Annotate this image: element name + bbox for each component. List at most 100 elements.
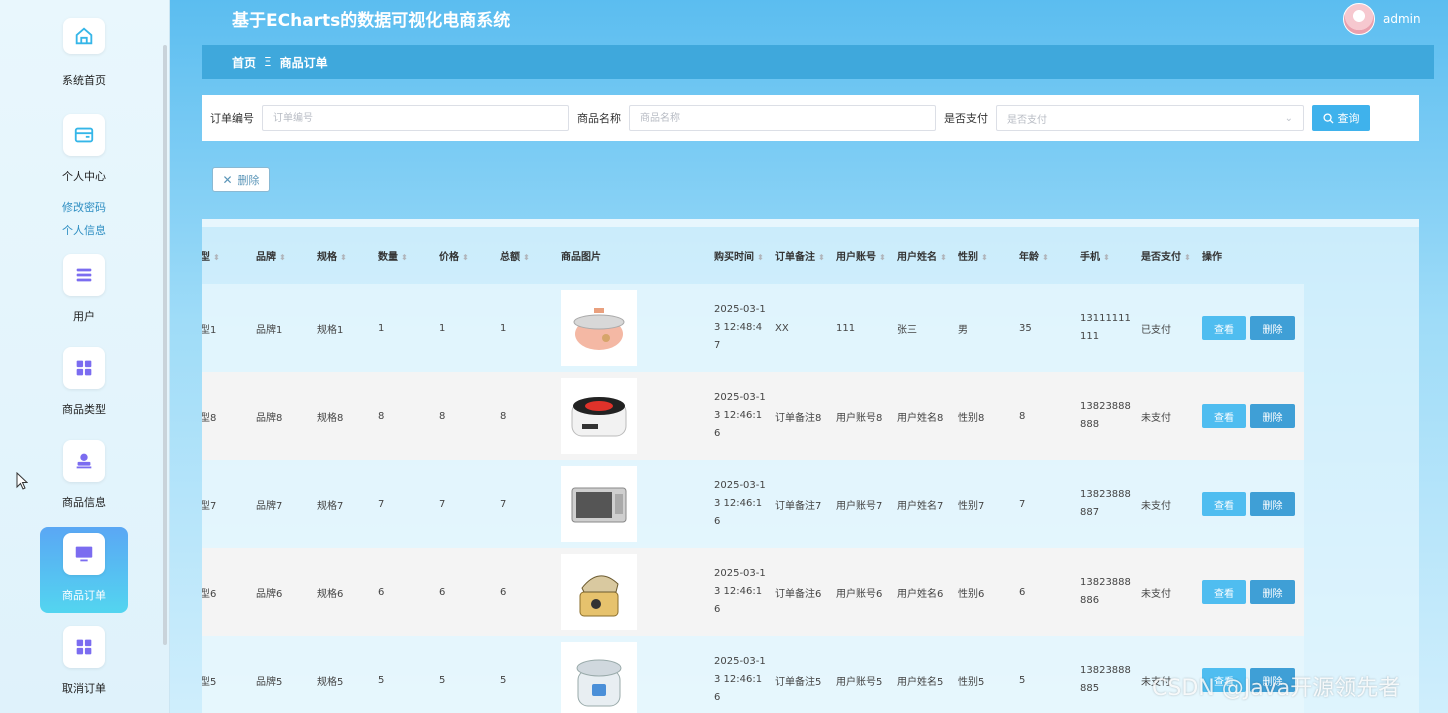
cell-price: 7 — [431, 460, 492, 548]
sort-icon[interactable]: ⬍ — [940, 253, 947, 262]
product-image — [561, 378, 637, 454]
cell-price: 1 — [431, 284, 492, 372]
sort-icon[interactable]: ⬍ — [818, 253, 825, 262]
cell-spec: 规格5 — [309, 636, 370, 713]
product-name-input[interactable] — [629, 105, 936, 131]
sort-icon[interactable]: ⬍ — [340, 253, 347, 262]
view-button[interactable]: 查看 — [1202, 404, 1246, 428]
cell-type: 品类型5 — [202, 636, 248, 713]
sidebar-link-personal-info[interactable]: 个人信息 — [0, 222, 168, 238]
cell-total: 8 — [492, 372, 553, 460]
sort-icon[interactable]: ⬍ — [879, 253, 886, 262]
sort-icon[interactable]: ⬍ — [523, 253, 530, 262]
sidebar-item-cancelled-orders[interactable]: 取消订单 — [40, 620, 128, 706]
sort-icon[interactable]: ⬍ — [1184, 253, 1191, 262]
paid-status-placeholder: 是否支付 — [1007, 114, 1047, 126]
col-header-qty[interactable]: 数量 ⬍ — [370, 227, 431, 284]
col-header-type[interactable]: 品类型⬍ — [202, 227, 248, 284]
col-header-price[interactable]: 价格 ⬍ — [431, 227, 492, 284]
col-header-paid[interactable]: 是否支付 ⬍ — [1133, 227, 1194, 284]
sidebar-item-profile[interactable]: 个人中心 — [40, 108, 128, 194]
delete-button[interactable]: 删除 — [1250, 492, 1295, 516]
cell-qty: 8 — [370, 372, 431, 460]
product-image — [561, 642, 637, 713]
sidebar-item-home[interactable]: 系统首页 — [40, 18, 128, 104]
sort-icon[interactable]: ⬍ — [981, 253, 988, 262]
wallet-icon — [63, 114, 105, 156]
cell-account: 用户账号7 — [828, 460, 889, 548]
col-header-age[interactable]: 年龄 ⬍ — [1011, 227, 1072, 284]
delete-button[interactable]: 删除 — [1250, 580, 1295, 604]
bulk-delete-button[interactable]: ✕ 删除 — [212, 167, 270, 192]
col-header-note[interactable]: 订单备注 ⬍ — [767, 227, 828, 284]
header-label: 数量 — [378, 252, 398, 263]
header-label: 订单备注 — [775, 252, 815, 263]
cell-total: 5 — [492, 636, 553, 713]
product-image — [561, 466, 637, 542]
cell-account: 用户账号5 — [828, 636, 889, 713]
sort-icon[interactable]: ⬍ — [1103, 253, 1110, 262]
sort-icon[interactable]: ⬍ — [1042, 253, 1049, 262]
sort-icon[interactable]: ⬍ — [279, 253, 286, 262]
delete-button[interactable]: 删除 — [1250, 404, 1295, 428]
cell-age: 35 — [1011, 284, 1072, 372]
cell-age: 8 — [1011, 372, 1072, 460]
cell-qty: 1 — [370, 284, 431, 372]
sort-icon[interactable]: ⬍ — [462, 253, 469, 262]
delete-button[interactable]: 删除 — [1250, 316, 1295, 340]
cell-brand: 品牌6 — [248, 548, 309, 636]
col-header-brand[interactable]: 品牌 ⬍ — [248, 227, 309, 284]
table-row: 品类型5品牌5规格55552025-03-13 12:46:16订单备注5用户账… — [202, 636, 1304, 713]
cell-image — [553, 372, 706, 460]
breadcrumb-home[interactable]: 首页 — [232, 54, 256, 71]
bulk-delete-label: 删除 — [237, 173, 260, 187]
cell-total: 7 — [492, 460, 553, 548]
breadcrumb-current: 商品订单 — [279, 55, 328, 70]
cell-paid: 已支付 — [1133, 284, 1194, 372]
view-button[interactable]: 查看 — [1202, 492, 1246, 516]
cell-actions: 查看 删除 — [1194, 284, 1304, 372]
header-label: 手机 — [1080, 252, 1100, 263]
cell-paid: 未支付 — [1133, 372, 1194, 460]
header-label: 商品图片 — [561, 252, 601, 263]
col-header-name[interactable]: 用户姓名 ⬍ — [889, 227, 950, 284]
cell-gender: 性别8 — [950, 372, 1011, 460]
paid-status-select[interactable]: 是否支付 ⌄ — [996, 105, 1304, 131]
col-header-gender[interactable]: 性别 ⬍ — [950, 227, 1011, 284]
sidebar-scrollbar[interactable] — [163, 45, 167, 645]
cell-note: 订单备注8 — [767, 372, 828, 460]
avatar[interactable] — [1343, 3, 1375, 35]
cell-paid: 未支付 — [1133, 548, 1194, 636]
sort-icon[interactable]: ⬍ — [401, 253, 408, 262]
user-menu[interactable]: admin — [1343, 3, 1421, 35]
view-button[interactable]: 查看 — [1202, 580, 1246, 604]
table-row: 品类型8品牌8规格88882025-03-13 12:46:16订单备注8用户账… — [202, 372, 1304, 460]
sidebar-link-change-password[interactable]: 修改密码 — [0, 199, 168, 215]
cell-gender: 男 — [950, 284, 1011, 372]
sidebar: 系统首页 个人中心 修改密码 个人信息 用户 商品类型 商品信息 商品订单 取消… — [0, 0, 170, 713]
order-no-input[interactable] — [262, 105, 569, 131]
sidebar-item-product-orders[interactable]: 商品订单 — [40, 527, 128, 613]
sidebar-item-product-types[interactable]: 商品类型 — [40, 341, 128, 427]
col-header-total[interactable]: 总额 ⬍ — [492, 227, 553, 284]
cell-name: 张三 — [889, 284, 950, 372]
query-button[interactable]: 查询 — [1312, 105, 1370, 131]
col-header-time[interactable]: 购买时间 ⬍ — [706, 227, 767, 284]
table-row: 品类型7品牌7规格77772025-03-13 12:46:16订单备注7用户账… — [202, 460, 1304, 548]
table-header-row: 品类型⬍ 品牌⬍ 规格⬍ 数量⬍ 价格⬍ 总额⬍ 商品图片 购买时间⬍ 订单备注… — [202, 227, 1304, 284]
sort-icon[interactable]: ⬍ — [757, 253, 764, 262]
col-header-phone[interactable]: 手机 ⬍ — [1072, 227, 1133, 284]
cell-type: 品类型7 — [202, 460, 248, 548]
cell-type: 品类型6 — [202, 548, 248, 636]
sidebar-item-product-info[interactable]: 商品信息 — [40, 434, 128, 520]
cell-actions: 查看 删除 — [1194, 460, 1304, 548]
col-header-account[interactable]: 用户账号 ⬍ — [828, 227, 889, 284]
cell-qty: 6 — [370, 548, 431, 636]
sidebar-item-users[interactable]: 用户 — [40, 248, 128, 334]
view-button[interactable]: 查看 — [1202, 316, 1246, 340]
col-header-spec[interactable]: 规格 ⬍ — [309, 227, 370, 284]
chevron-down-icon: ⌄ — [1284, 113, 1293, 124]
cell-note: 订单备注6 — [767, 548, 828, 636]
sort-icon[interactable]: ⬍ — [213, 253, 220, 262]
cell-name: 用户姓名6 — [889, 548, 950, 636]
